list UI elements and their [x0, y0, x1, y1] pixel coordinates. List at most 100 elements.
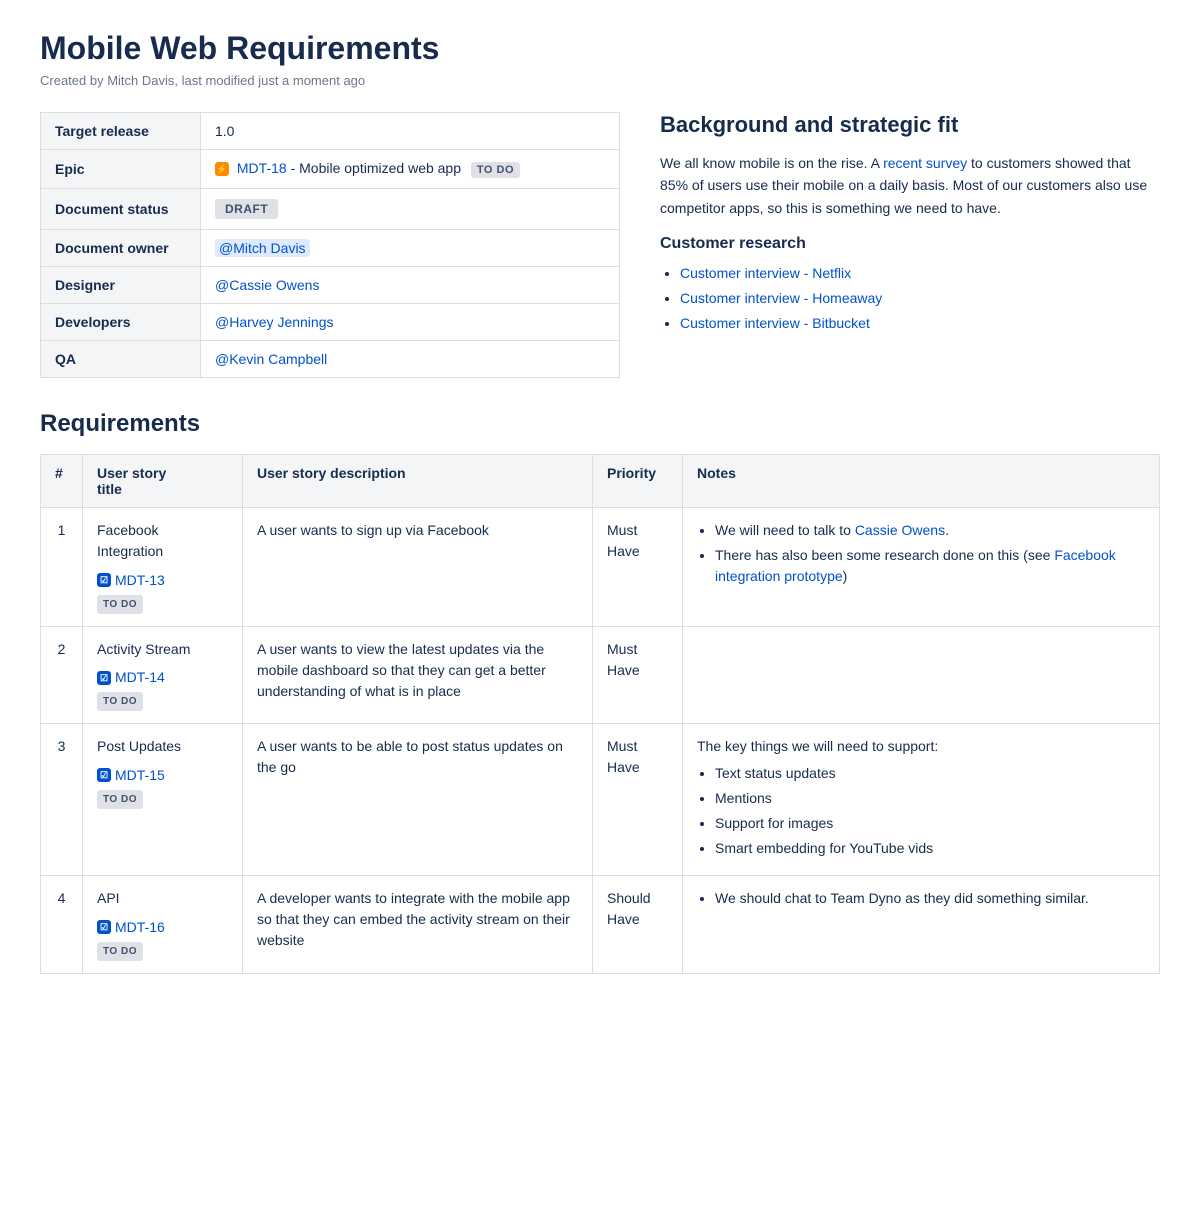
meta-value-target-release: 1.0 — [201, 113, 620, 150]
customer-interview-homeaway-link[interactable]: Customer interview - Homeaway — [680, 290, 882, 306]
meta-value-doc-owner: @Mitch Davis — [201, 230, 620, 267]
page-title: Mobile Web Requirements — [40, 30, 1160, 67]
list-item: There has also been some research done o… — [715, 545, 1145, 587]
customer-interview-netflix-link[interactable]: Customer interview - Netflix — [680, 265, 851, 281]
meta-label-designer: Designer — [41, 267, 201, 304]
list-item: Smart embedding for YouTube vids — [715, 838, 1145, 859]
epic-jira-text: - — [291, 160, 300, 176]
meta-label-developers: Developers — [41, 304, 201, 341]
fb-prototype-link[interactable]: Facebook integration prototype — [715, 547, 1116, 584]
recent-survey-link[interactable]: recent survey — [883, 155, 967, 171]
todo-badge-row4: TO DO — [97, 942, 143, 961]
qa-link[interactable]: @Kevin Campbell — [215, 351, 327, 367]
jira-link-row: ☑ MDT-16 — [97, 917, 165, 938]
row-num: 3 — [41, 724, 83, 876]
list-item: We will need to talk to Cassie Owens. — [715, 520, 1145, 541]
background-title: Background and strategic fit — [660, 112, 1160, 138]
customer-interview-bitbucket-link[interactable]: Customer interview - Bitbucket — [680, 315, 870, 331]
jira-icon-row3: ☑ — [97, 768, 111, 782]
list-item: Text status updates — [715, 763, 1145, 784]
jira-link-row: ☑ MDT-15 — [97, 765, 165, 786]
requirements-title: Requirements — [40, 410, 1160, 438]
meta-value-designer: @Cassie Owens — [201, 267, 620, 304]
meta-row-developers: Developers @Harvey Jennings — [41, 304, 620, 341]
row-num: 1 — [41, 508, 83, 627]
jira-badge-row2: ☑ MDT-14 TO DO — [97, 667, 165, 711]
list-item: Customer interview - Bitbucket — [680, 313, 1160, 334]
row-story-title: Activity Stream ☑ MDT-14 TO DO — [83, 626, 243, 724]
meta-row-epic: Epic ⚡ MDT-18 - Mobile optimized web app… — [41, 150, 620, 189]
top-section: Target release 1.0 Epic ⚡ MDT-18 - Mobil… — [40, 112, 1160, 378]
doc-owner-mention[interactable]: @Mitch Davis — [215, 239, 310, 257]
jira-link-mdt15[interactable]: MDT-15 — [115, 765, 165, 786]
row-priority: Must Have — [593, 724, 683, 876]
table-header-row: # User storytitle User story description… — [41, 455, 1160, 508]
meta-label-doc-status: Document status — [41, 189, 201, 230]
list-item: We should chat to Team Dyno as they did … — [715, 888, 1145, 909]
notes-intro-row3: The key things we will need to support: — [697, 736, 1145, 757]
background-section: Background and strategic fit We all know… — [660, 112, 1160, 378]
row-notes: We should chat to Team Dyno as they did … — [683, 876, 1160, 974]
meta-table-container: Target release 1.0 Epic ⚡ MDT-18 - Mobil… — [40, 112, 620, 378]
background-paragraph: We all know mobile is on the rise. A rec… — [660, 152, 1160, 219]
row-priority: Must Have — [593, 508, 683, 627]
meta-value-epic: ⚡ MDT-18 - Mobile optimized web app TO D… — [201, 150, 620, 189]
col-header-num: # — [41, 455, 83, 508]
story-title-text: Post Updates — [97, 736, 228, 757]
jira-link-mdt13[interactable]: MDT-13 — [115, 570, 165, 591]
meta-label-target-release: Target release — [41, 113, 201, 150]
table-row: 1 Facebook Integration ☑ MDT-13 TO DO A … — [41, 508, 1160, 627]
jira-icon-row1: ☑ — [97, 573, 111, 587]
story-title-text: Facebook Integration — [97, 520, 228, 562]
notes-list-row3: Text status updates Mentions Support for… — [697, 763, 1145, 859]
story-title-text: Activity Stream — [97, 639, 228, 660]
row-desc: A user wants to sign up via Facebook — [243, 508, 593, 627]
doc-status-badge: DRAFT — [215, 199, 278, 219]
customer-research-title: Customer research — [660, 235, 1160, 253]
meta-label-doc-owner: Document owner — [41, 230, 201, 267]
jira-link-mdt16[interactable]: MDT-16 — [115, 917, 165, 938]
row-priority: Must Have — [593, 626, 683, 724]
designer-link[interactable]: @Cassie Owens — [215, 277, 319, 293]
jira-link-mdt14[interactable]: MDT-14 — [115, 667, 165, 688]
jira-icon-row2: ☑ — [97, 671, 111, 685]
table-row: 2 Activity Stream ☑ MDT-14 TO DO A user … — [41, 626, 1160, 724]
row-priority: Should Have — [593, 876, 683, 974]
table-row: 4 API ☑ MDT-16 TO DO A developer wants t… — [41, 876, 1160, 974]
meta-table: Target release 1.0 Epic ⚡ MDT-18 - Mobil… — [40, 112, 620, 378]
todo-badge-row3: TO DO — [97, 790, 143, 809]
developers-link[interactable]: @Harvey Jennings — [215, 314, 334, 330]
jira-link-row: ☑ MDT-13 — [97, 570, 165, 591]
customer-research-list: Customer interview - Netflix Customer in… — [660, 263, 1160, 334]
page-subtitle: Created by Mitch Davis, last modified ju… — [40, 73, 1160, 88]
epic-jira-link[interactable]: MDT-18 — [237, 160, 291, 176]
jira-badge-row4: ☑ MDT-16 TO DO — [97, 917, 165, 961]
requirements-table: # User storytitle User story description… — [40, 454, 1160, 974]
epic-jira-desc: Mobile optimized web app — [299, 160, 461, 176]
jira-badge-row1: ☑ MDT-13 TO DO — [97, 570, 165, 614]
jira-badge-row3: ☑ MDT-15 TO DO — [97, 765, 165, 809]
meta-label-qa: QA — [41, 341, 201, 378]
meta-row-doc-status: Document status DRAFT — [41, 189, 620, 230]
col-header-story-title: User storytitle — [83, 455, 243, 508]
meta-label-epic: Epic — [41, 150, 201, 189]
row-story-title: Facebook Integration ☑ MDT-13 TO DO — [83, 508, 243, 627]
table-row: 3 Post Updates ☑ MDT-15 TO DO A user wan… — [41, 724, 1160, 876]
epic-status-badge: TO DO — [471, 162, 520, 178]
epic-jira-icon: ⚡ — [215, 162, 229, 176]
meta-value-qa: @Kevin Campbell — [201, 341, 620, 378]
notes-list-row1: We will need to talk to Cassie Owens. Th… — [697, 520, 1145, 587]
list-item: Support for images — [715, 813, 1145, 834]
cassie-owens-link[interactable]: Cassie Owens — [855, 522, 945, 538]
meta-row-qa: QA @Kevin Campbell — [41, 341, 620, 378]
col-header-priority: Priority — [593, 455, 683, 508]
row-notes: We will need to talk to Cassie Owens. Th… — [683, 508, 1160, 627]
row-num: 2 — [41, 626, 83, 724]
row-notes: The key things we will need to support: … — [683, 724, 1160, 876]
todo-badge-row1: TO DO — [97, 595, 143, 614]
col-header-notes: Notes — [683, 455, 1160, 508]
row-desc: A user wants to be able to post status u… — [243, 724, 593, 876]
list-item: Mentions — [715, 788, 1145, 809]
meta-value-doc-status: DRAFT — [201, 189, 620, 230]
meta-row-target-release: Target release 1.0 — [41, 113, 620, 150]
